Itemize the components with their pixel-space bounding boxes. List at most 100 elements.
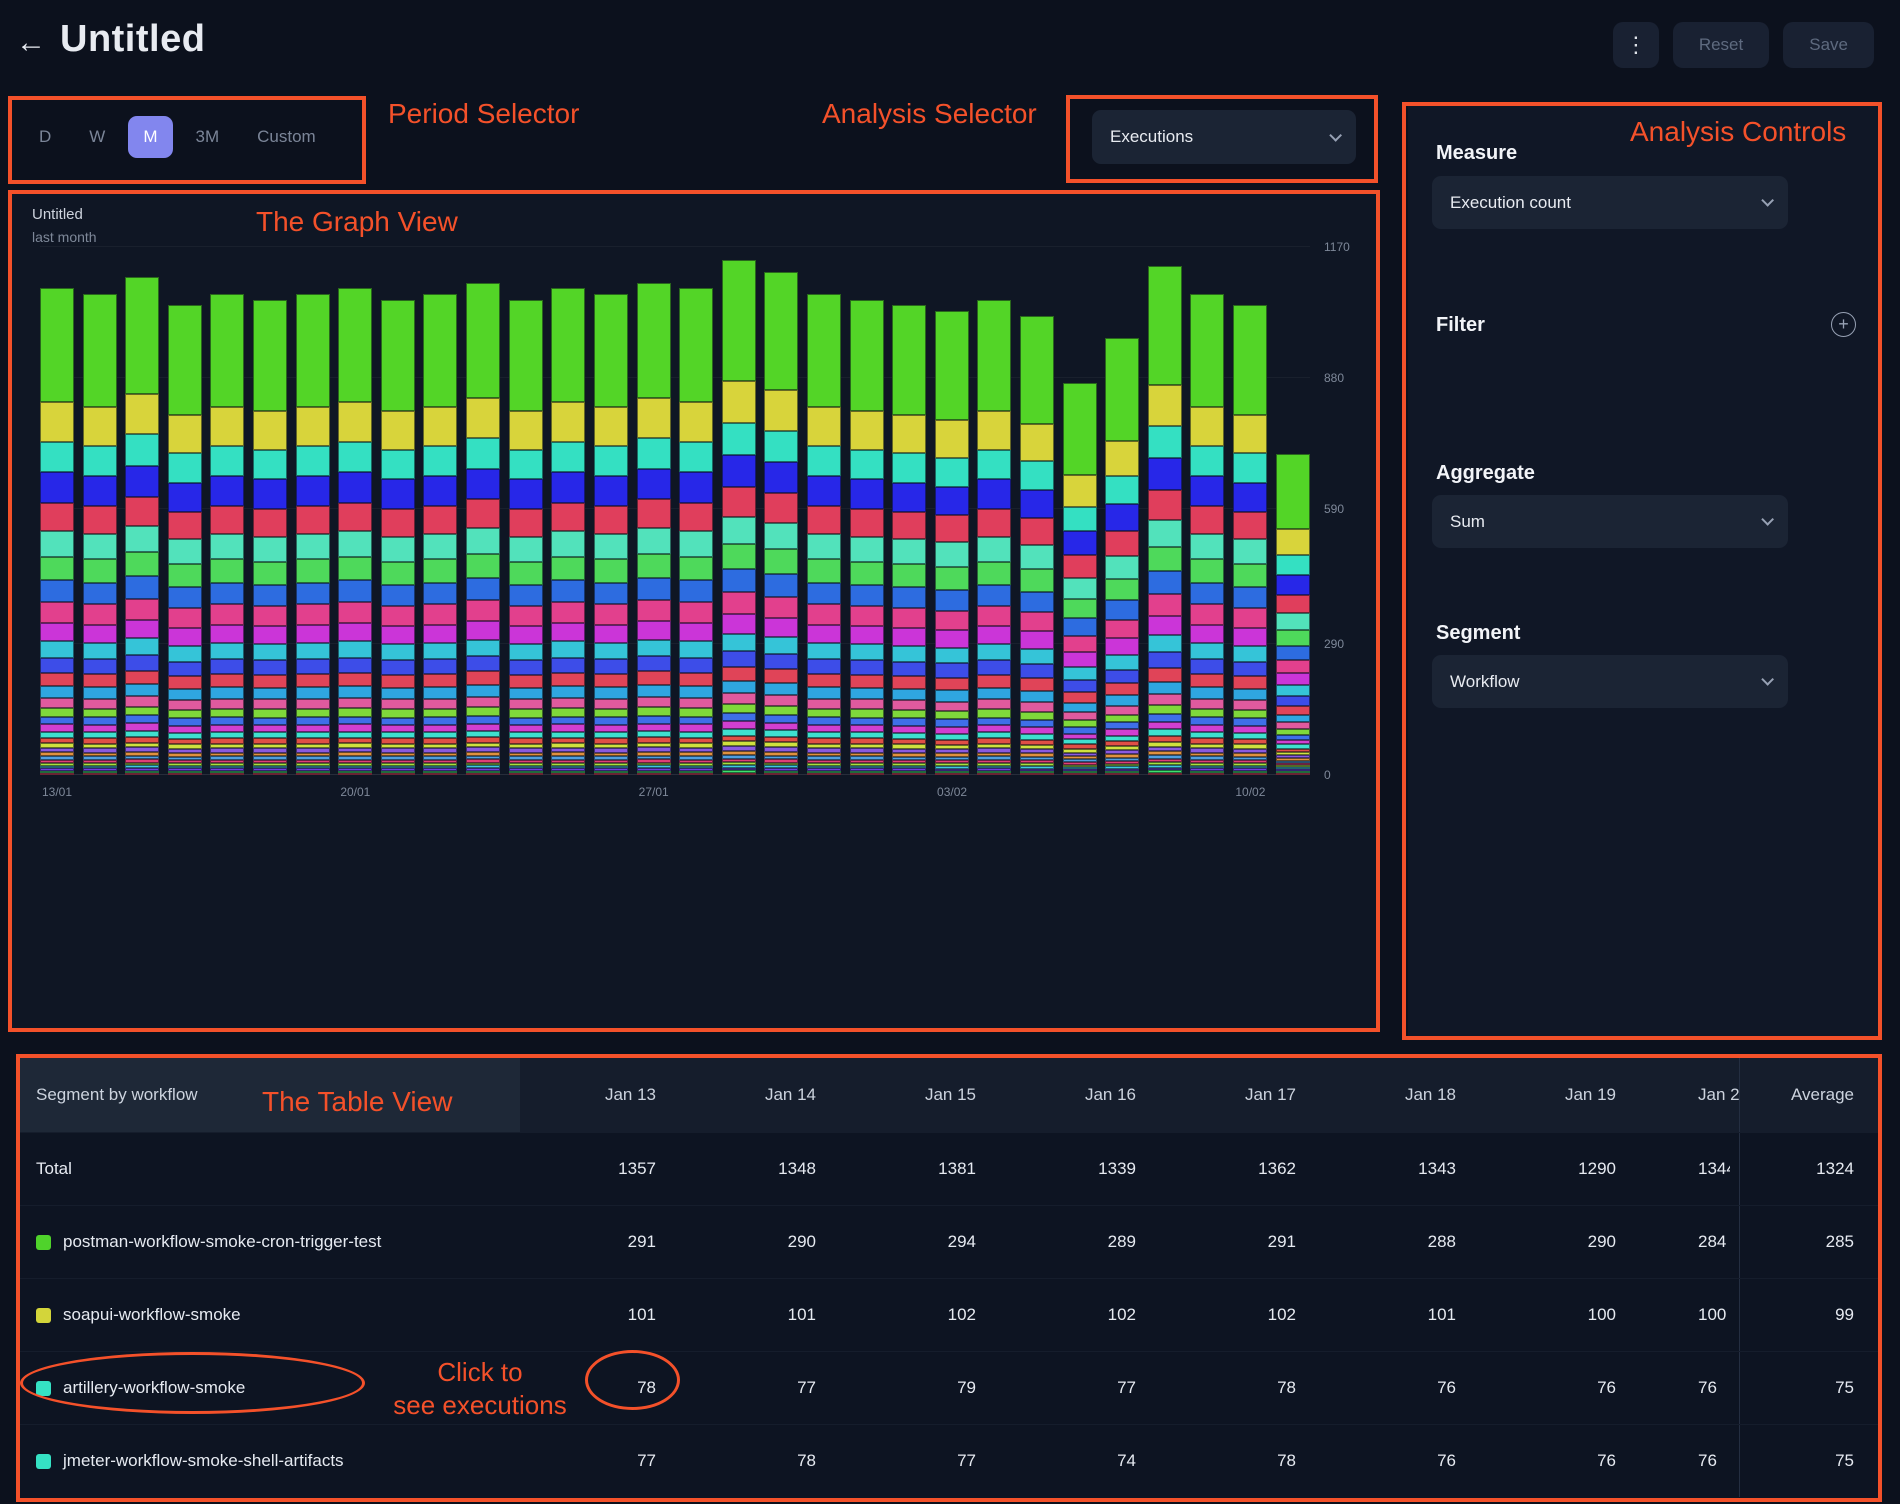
bar-segment-other-6[interactable] [210,534,244,560]
bar-segment-other-14[interactable] [509,688,543,700]
bar-segment-other-5[interactable] [40,503,74,531]
bar-segment-other-11[interactable] [296,643,330,659]
bar-segment-jmeter-workflow-smoke-shell-artifacts[interactable] [210,476,244,506]
bar-segment-other-5[interactable] [466,499,500,528]
bar-segment-other-10[interactable] [637,621,671,640]
bar-segment-other-11[interactable] [722,634,756,651]
bar-segment-other-16[interactable] [1063,720,1097,727]
bar-segment-other-14[interactable] [679,686,713,698]
bar-segment-jmeter-workflow-smoke-shell-artifacts[interactable] [1148,458,1182,490]
bar-segment-other-30[interactable] [1148,773,1182,775]
bar-segment-other-9[interactable] [1233,608,1267,628]
bar-segment-other-15[interactable] [210,699,244,709]
bar-segment-other-6[interactable] [594,534,628,560]
bar-segment-other-12[interactable] [1020,664,1054,678]
value-cell[interactable]: 78 [1160,1352,1320,1424]
bar-segment-other-10[interactable] [977,626,1011,644]
bar-segment-other-16[interactable] [807,709,841,718]
bar-segment-postman-workflow-smoke-cron-trigger-test[interactable] [83,294,117,407]
bar-segment-other-7[interactable] [1233,564,1267,587]
bar-segment-postman-workflow-smoke-cron-trigger-test[interactable] [935,311,969,420]
bar-segment-other-7[interactable] [935,567,969,590]
bar-segment-other-5[interactable] [1276,595,1310,614]
bar-segment-jmeter-workflow-smoke-shell-artifacts[interactable] [892,483,926,512]
bar-segment-other-9[interactable] [977,606,1011,626]
bar-segment-other-10[interactable] [253,626,287,644]
bar-segment-other-11[interactable] [594,643,628,659]
bar-segment-artillery-workflow-smoke[interactable] [125,434,159,465]
bar-segment-other-8[interactable] [594,583,628,605]
bar-segment-other-14[interactable] [594,687,628,699]
bar-segment-other-10[interactable] [381,626,415,644]
bar-segment-other-15[interactable] [1063,712,1097,720]
bar-segment-other-9[interactable] [125,599,159,620]
bar-segment-other-8[interactable] [892,587,926,608]
bar-segment-other-12[interactable] [594,659,628,674]
bar-segment-other-6[interactable] [1020,545,1054,569]
bar-segment-other-8[interactable] [764,574,798,597]
table-row-artillery-workflow-smoke[interactable]: artillery-workflow-smoke7877797778767676… [20,1351,1878,1424]
bar-segment-other-17[interactable] [892,718,926,726]
bar-segment-other-5[interactable] [1233,512,1267,539]
chart-bar[interactable] [40,288,74,775]
bar-segment-other-11[interactable] [1233,646,1267,662]
bar-segment-other-30[interactable] [850,773,884,775]
bar-segment-artillery-workflow-smoke[interactable] [1020,461,1054,490]
chart-bar[interactable] [338,288,372,775]
bar-segment-other-18[interactable] [850,725,884,732]
bar-segment-soapui-workflow-smoke[interactable] [509,411,543,450]
bar-segment-other-14[interactable] [935,690,969,701]
bar-segment-other-30[interactable] [637,773,671,775]
bar-segment-artillery-workflow-smoke[interactable] [551,442,585,473]
bar-segment-other-15[interactable] [679,698,713,708]
bar-segment-other-6[interactable] [1276,613,1310,630]
bar-segment-soapui-workflow-smoke[interactable] [296,407,330,446]
bar-segment-other-14[interactable] [1063,703,1097,713]
bar-segment-other-9[interactable] [1276,660,1310,673]
bar-segment-soapui-workflow-smoke[interactable] [1190,407,1224,446]
bar-segment-other-12[interactable] [1233,662,1267,676]
bar-segment-other-17[interactable] [338,717,372,725]
bar-segment-other-30[interactable] [1020,773,1054,775]
bar-segment-other-6[interactable] [892,539,926,564]
chart-bar[interactable] [722,260,756,775]
bar-segment-other-17[interactable] [679,717,713,725]
chart-bar[interactable] [381,300,415,775]
bar-segment-other-12[interactable] [423,659,457,674]
bar-segment-soapui-workflow-smoke[interactable] [168,415,202,453]
bar-segment-soapui-workflow-smoke[interactable] [551,402,585,442]
bar-segment-other-5[interactable] [1063,555,1097,578]
bar-segment-soapui-workflow-smoke[interactable] [850,411,884,450]
bar-segment-other-16[interactable] [381,709,415,717]
bar-segment-soapui-workflow-smoke[interactable] [210,407,244,446]
bar-segment-other-9[interactable] [1190,604,1224,624]
bar-segment-jmeter-workflow-smoke-shell-artifacts[interactable] [423,476,457,506]
bar-segment-artillery-workflow-smoke[interactable] [1233,453,1267,483]
bar-segment-postman-workflow-smoke-cron-trigger-test[interactable] [40,288,74,402]
bar-segment-other-18[interactable] [1148,722,1182,729]
bar-segment-other-5[interactable] [551,503,585,531]
chart-bar[interactable] [977,300,1011,775]
bar-segment-jmeter-workflow-smoke-shell-artifacts[interactable] [637,469,671,500]
bar-segment-other-16[interactable] [466,707,500,716]
bar-segment-other-8[interactable] [509,585,543,607]
bar-segment-other-9[interactable] [40,602,74,622]
bar-segment-other-17[interactable] [594,717,628,725]
bar-segment-other-14[interactable] [253,688,287,700]
bar-segment-other-13[interactable] [679,673,713,686]
bar-segment-other-18[interactable] [1190,725,1224,732]
bar-segment-other-30[interactable] [722,773,756,775]
bar-segment-other-17[interactable] [850,718,884,726]
period-option-d[interactable]: D [24,116,66,158]
bar-segment-other-30[interactable] [83,773,117,775]
bar-segment-other-7[interactable] [210,559,244,582]
bar-segment-other-13[interactable] [253,675,287,688]
bar-segment-other-5[interactable] [381,509,415,537]
value-cell[interactable]: 101 [520,1279,680,1351]
bar-segment-other-12[interactable] [1276,696,1310,706]
bar-segment-other-8[interactable] [338,580,372,602]
value-cell[interactable]: 78 [680,1425,840,1497]
bar-segment-other-15[interactable] [1105,706,1139,715]
bar-segment-other-17[interactable] [381,718,415,726]
bar-segment-other-9[interactable] [253,606,287,626]
